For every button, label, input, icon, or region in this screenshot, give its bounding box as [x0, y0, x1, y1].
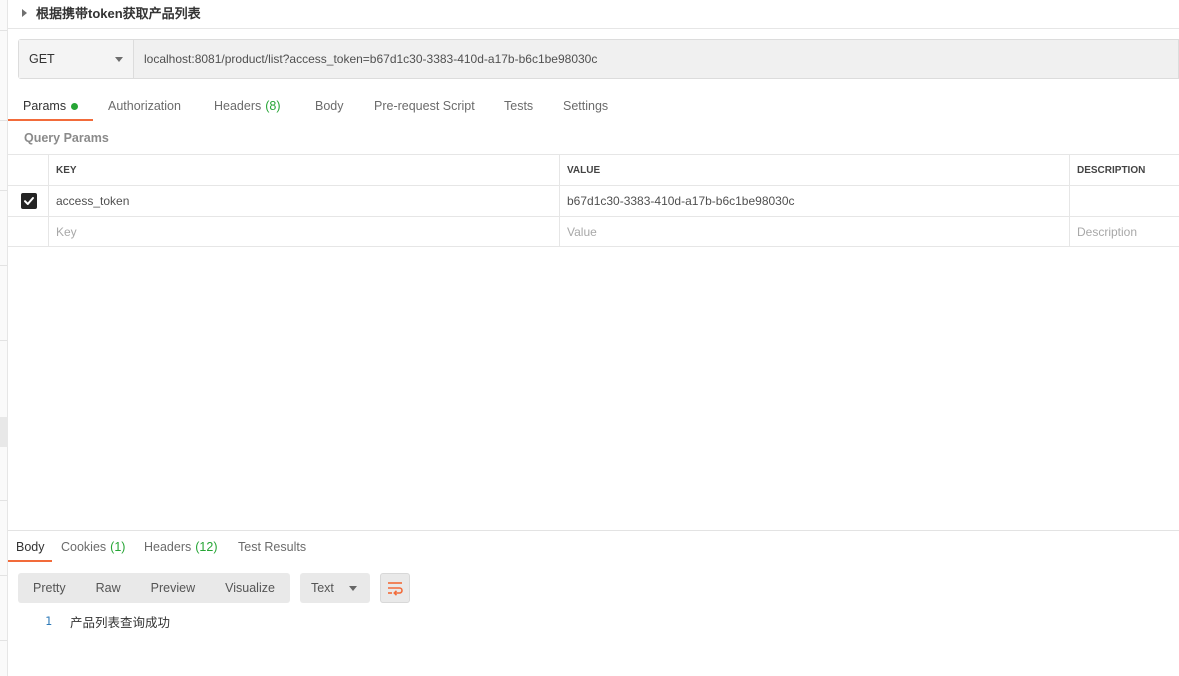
request-name-bar[interactable]: 根据携带token获取产品列表 [8, 0, 1179, 29]
column-header-key: KEY [48, 155, 559, 185]
tab-settings[interactable]: Settings [563, 90, 608, 122]
tab-body[interactable]: Body [315, 90, 344, 122]
tab-response-body[interactable]: Body [16, 531, 45, 562]
query-params-title: Query Params [24, 131, 109, 145]
response-toolbar: Pretty Raw Preview Visualize Text [18, 573, 410, 603]
line-number: 1 [45, 614, 52, 628]
sidebar-divider [0, 340, 7, 341]
sidebar-divider [0, 575, 7, 576]
tab-label: Headers [214, 99, 262, 113]
format-select[interactable]: Text [299, 573, 370, 603]
request-panel: 根据携带token获取产品列表 GET localhost:8081/produ… [8, 0, 1179, 676]
params-table: KEY VALUE DESCRIPTION access_token b67d1… [8, 154, 1179, 247]
response-text: 产品列表查询成功 [70, 614, 171, 630]
tab-authorization[interactable]: Authorization [108, 90, 181, 122]
param-value-input[interactable]: b67d1c30-3383-410d-a17b-b6c1be98030c [559, 186, 1069, 216]
table-header-row: KEY VALUE DESCRIPTION [8, 154, 1179, 185]
new-key-input[interactable]: Key [48, 217, 559, 246]
wrap-lines-button[interactable] [379, 573, 410, 603]
param-description-input[interactable] [1069, 186, 1179, 216]
chevron-down-icon [115, 56, 123, 62]
url-bar: GET localhost:8081/product/list?access_t… [18, 39, 1179, 79]
new-value-input[interactable]: Value [559, 217, 1069, 246]
tab-label: Cookies [61, 539, 107, 554]
view-pretty-button[interactable]: Pretty [18, 581, 81, 595]
sidebar-divider [0, 30, 7, 31]
tab-label: Test Results [238, 539, 307, 554]
table-row: access_token b67d1c30-3383-410d-a17b-b6c… [8, 185, 1179, 216]
tab-label: Tests [504, 99, 534, 113]
check-icon [23, 197, 34, 205]
param-enabled-checkbox[interactable] [20, 193, 37, 209]
sidebar-divider [0, 120, 7, 121]
sidebar-edge [0, 0, 8, 676]
active-tab-underline [8, 560, 52, 562]
tab-response-headers[interactable]: Headers (12) [144, 531, 217, 562]
headers-count: (8) [265, 99, 281, 113]
tab-headers[interactable]: Headers (8) [214, 90, 281, 122]
sidebar-divider [0, 265, 7, 266]
method-label: GET [29, 52, 55, 66]
chevron-down-icon [348, 585, 357, 591]
row-check-cell [8, 217, 49, 246]
tab-pre-request-script[interactable]: Pre-request Script [374, 90, 475, 122]
table-row-new: Key Value Description [8, 216, 1179, 247]
tab-params[interactable]: Params [23, 90, 79, 122]
view-mode-group: Pretty Raw Preview Visualize [18, 573, 290, 603]
column-header-description: DESCRIPTION [1069, 155, 1179, 185]
param-key-input[interactable]: access_token [48, 186, 559, 216]
response-tabs: Body Cookies (1) Headers (12) Test Resul… [8, 531, 1179, 563]
header-check-cell [8, 155, 49, 185]
row-check-cell [8, 186, 49, 216]
column-header-value: VALUE [559, 155, 1069, 185]
sidebar-divider [0, 190, 7, 191]
tab-tests[interactable]: Tests [504, 90, 533, 122]
request-tabs: Params Authorization Headers (8) Body Pr… [8, 90, 1179, 122]
url-input[interactable]: localhost:8081/product/list?access_token… [134, 40, 1178, 78]
view-preview-button[interactable]: Preview [136, 581, 210, 595]
view-raw-button[interactable]: Raw [81, 581, 136, 595]
sidebar-selected-item[interactable] [0, 417, 8, 447]
params-active-dot-icon [71, 102, 79, 110]
response-body-line: 1 产品列表查询成功 [18, 612, 170, 630]
tab-label: Pre-request Script [374, 99, 475, 113]
tab-label: Body [16, 539, 45, 554]
sidebar-divider [0, 640, 7, 641]
tab-test-results[interactable]: Test Results [238, 531, 306, 562]
tab-label: Settings [563, 99, 609, 113]
request-title: 根据携带token获取产品列表 [36, 6, 201, 21]
tab-label: Headers [144, 539, 192, 554]
view-visualize-button[interactable]: Visualize [210, 581, 290, 595]
format-label: Text [310, 581, 334, 595]
response-headers-count: (12) [195, 539, 218, 554]
new-description-input[interactable]: Description [1069, 217, 1179, 246]
tab-label: Body [315, 99, 344, 113]
method-select[interactable]: GET [19, 40, 134, 78]
cookies-count: (1) [110, 539, 126, 554]
tab-label: Params [23, 99, 67, 113]
tab-label: Authorization [108, 99, 181, 113]
caret-right-icon[interactable] [22, 9, 27, 17]
sidebar-divider [0, 500, 7, 501]
tab-cookies[interactable]: Cookies (1) [61, 531, 125, 562]
active-tab-underline [8, 119, 93, 121]
wrap-lines-icon [387, 582, 403, 596]
